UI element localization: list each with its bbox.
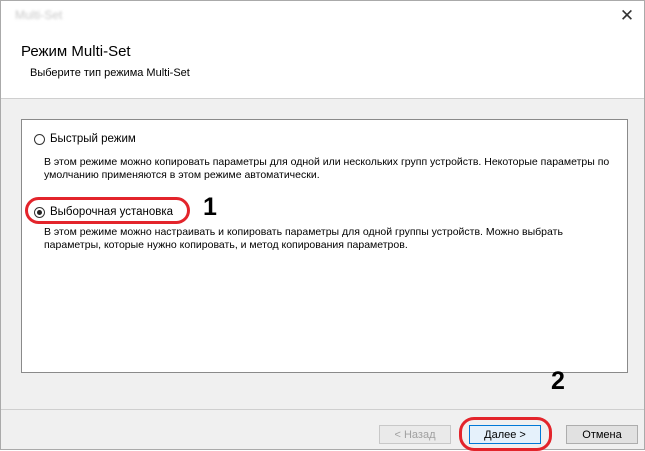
cancel-button[interactable]: Отмена: [566, 425, 638, 444]
quick-mode-label: Быстрый режим: [50, 133, 136, 145]
step1-highlight: [25, 197, 190, 224]
quick-mode-option[interactable]: Быстрый режим: [34, 133, 136, 145]
footer-separator: [1, 409, 644, 410]
close-icon: ✕: [619, 6, 635, 25]
quick-mode-description: В этом режиме можно копировать параметры…: [44, 156, 610, 181]
step1-number: 1: [203, 193, 217, 221]
page-subtitle: Выберите тип режима Multi-Set: [30, 67, 190, 79]
close-button[interactable]: ✕: [610, 1, 644, 31]
page-title: Режим Multi-Set: [21, 43, 131, 60]
wizard-header: Режим Multi-Set Выберите тип режима Mult…: [1, 31, 644, 99]
dialog-window: Multi-Set ✕ Режим Multi-Set Выберите тип…: [0, 0, 645, 450]
window-title: Multi-Set: [15, 8, 63, 22]
title-bar: Multi-Set ✕: [1, 1, 644, 31]
back-button[interactable]: < Назад: [379, 425, 451, 444]
step2-highlight: [459, 417, 552, 451]
step2-number: 2: [551, 367, 565, 395]
custom-setup-description: В этом режиме можно настраивать и копиро…: [44, 226, 563, 251]
quick-mode-radio[interactable]: [34, 133, 45, 145]
mode-options-panel: Быстрый режим В этом режиме можно копиро…: [21, 119, 628, 373]
